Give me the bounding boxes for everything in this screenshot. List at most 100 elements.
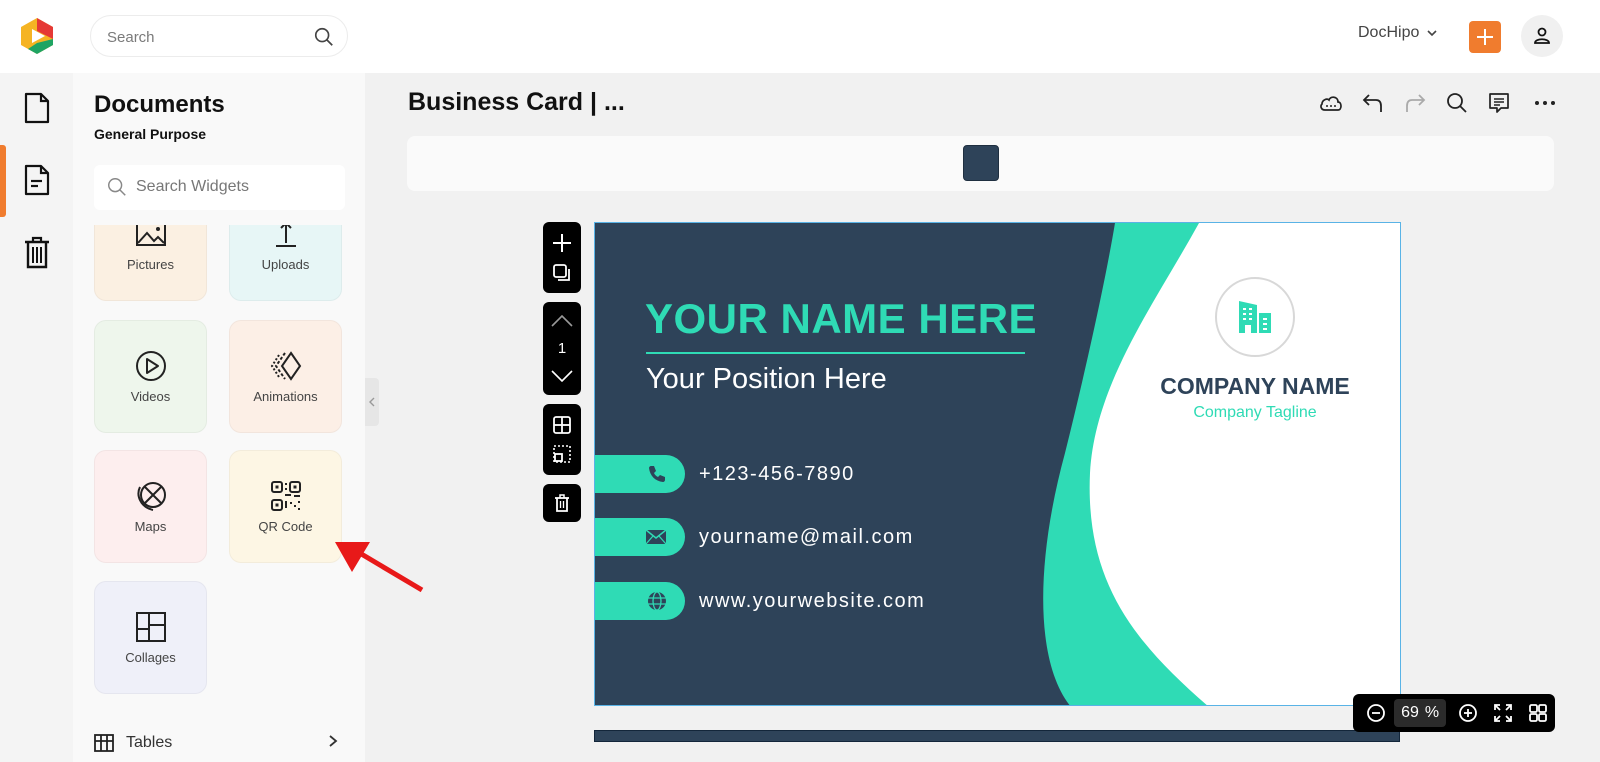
rail-item-widgets[interactable] xyxy=(0,145,73,217)
widget-tile-maps[interactable]: Maps xyxy=(94,450,207,563)
upload-icon xyxy=(275,225,296,247)
video-play-icon xyxy=(135,351,166,381)
account-switcher[interactable]: DocHipo xyxy=(1358,24,1437,42)
collapse-panel-button[interactable] xyxy=(365,378,379,426)
zoom-controls: 69 % xyxy=(1353,694,1555,732)
widget-label: Videos xyxy=(130,389,171,404)
zoom-out-icon xyxy=(1367,704,1386,722)
redo-icon xyxy=(1406,94,1426,112)
zoom-out-button[interactable] xyxy=(1359,694,1394,732)
widgets-panel: Documents General Purpose Pictures Uploa… xyxy=(73,73,365,762)
page-down-icon[interactable] xyxy=(551,370,573,382)
widget-label: Animations xyxy=(253,389,318,404)
user-avatar-button[interactable] xyxy=(1521,15,1563,57)
panel-title: Documents xyxy=(94,91,225,118)
widget-tile-pictures[interactable]: Pictures xyxy=(94,225,207,301)
rail-item-documents[interactable] xyxy=(0,73,73,143)
website-pill xyxy=(595,582,685,620)
trash-icon xyxy=(24,236,49,269)
widget-label: Uploads xyxy=(261,257,310,272)
chevron-right-icon xyxy=(329,735,338,747)
account-label: DocHipo xyxy=(1358,24,1420,41)
card-position[interactable]: Your Position Here xyxy=(646,363,887,396)
comments-button[interactable] xyxy=(1478,88,1520,118)
qr-code-icon xyxy=(270,481,301,511)
widget-search-input[interactable] xyxy=(136,176,331,198)
page-navigation: 1 xyxy=(543,302,581,395)
widget-tile-animations[interactable]: Animations xyxy=(229,320,342,433)
fullscreen-button[interactable] xyxy=(1485,694,1520,732)
widget-label: Pictures xyxy=(127,257,174,272)
widget-tile-videos[interactable]: Videos xyxy=(94,320,207,433)
card-phone-row[interactable]: +123-456-7890 xyxy=(595,455,855,493)
global-search xyxy=(90,15,348,57)
editor-toolbar xyxy=(1310,88,1566,118)
page-up-icon[interactable] xyxy=(551,315,573,327)
top-bar: DocHipo xyxy=(0,0,1600,73)
undo-button[interactable] xyxy=(1352,88,1394,118)
widget-label: QR Code xyxy=(258,519,313,534)
resize-page-icon[interactable] xyxy=(553,445,571,464)
next-page-canvas[interactable] xyxy=(594,730,1400,742)
tables-label: Tables xyxy=(126,734,173,751)
create-new-button[interactable] xyxy=(1469,21,1501,53)
pictures-icon xyxy=(135,225,166,246)
add-page-icon[interactable] xyxy=(552,233,572,253)
chevron-down-icon xyxy=(1427,30,1437,37)
grid-layout-icon[interactable] xyxy=(553,415,571,434)
fullscreen-icon xyxy=(1493,704,1512,722)
chevron-left-icon xyxy=(369,397,375,407)
trash-icon xyxy=(555,494,569,512)
left-rail xyxy=(0,73,73,762)
document-title[interactable]: Business Card | ... xyxy=(408,88,625,117)
card-name[interactable]: YOUR NAME HERE xyxy=(645,295,1037,343)
widget-search xyxy=(94,165,345,210)
panel-subtitle: General Purpose xyxy=(94,126,207,142)
rail-item-trash[interactable] xyxy=(0,217,73,287)
card-company-tagline[interactable]: Company Tagline xyxy=(1135,404,1375,422)
user-icon xyxy=(1534,27,1550,44)
background-color-swatch[interactable] xyxy=(963,145,999,181)
search-icon[interactable] xyxy=(313,26,335,48)
more-options-button[interactable] xyxy=(1524,88,1566,118)
widget-tile-uploads[interactable]: Uploads xyxy=(229,225,342,301)
zoom-value: 69 xyxy=(1401,704,1419,721)
widget-label: Collages xyxy=(125,650,176,665)
app-logo[interactable] xyxy=(18,17,56,55)
card-email-row[interactable]: yourname@mail.com xyxy=(595,518,914,556)
phone-icon xyxy=(649,466,665,482)
widget-label: Maps xyxy=(134,519,167,534)
widget-tile-qr-code[interactable]: QR Code xyxy=(229,450,342,563)
page-number: 1 xyxy=(557,340,567,357)
tables-section-toggle[interactable]: Tables xyxy=(94,728,344,758)
search-icon xyxy=(108,178,126,196)
comment-icon xyxy=(1489,93,1509,113)
card-phone: +123-456-7890 xyxy=(699,462,855,485)
card-website: www.yourwebsite.com xyxy=(699,589,926,612)
delete-page-button[interactable] xyxy=(543,484,581,522)
context-toolbar xyxy=(407,136,1554,191)
zoom-level[interactable]: 69 % xyxy=(1393,699,1447,727)
find-button[interactable] xyxy=(1436,88,1478,118)
dochipo-logo-icon xyxy=(21,18,53,54)
phone-pill xyxy=(595,455,685,493)
grid-view-icon xyxy=(1528,704,1547,722)
widget-tile-collages[interactable]: Collages xyxy=(94,581,207,694)
globe-icon xyxy=(648,591,666,611)
email-icon xyxy=(645,529,667,545)
collage-icon xyxy=(135,612,166,642)
page-grid-view-button[interactable] xyxy=(1520,694,1555,732)
table-icon xyxy=(94,734,114,752)
company-logo[interactable] xyxy=(1215,277,1295,357)
redo-button[interactable] xyxy=(1394,88,1436,118)
card-company-name[interactable]: COMPANY NAME xyxy=(1135,373,1375,400)
duplicate-page-icon[interactable] xyxy=(553,264,571,282)
document-icon xyxy=(24,92,49,124)
card-website-row[interactable]: www.yourwebsite.com xyxy=(595,582,925,620)
cloud-save-button[interactable] xyxy=(1310,88,1352,118)
zoom-in-icon xyxy=(1458,704,1477,722)
business-card-canvas[interactable]: YOUR NAME HERE Your Position Here +123-4… xyxy=(594,222,1401,706)
global-search-input[interactable] xyxy=(107,26,307,48)
page-layout-controls xyxy=(543,404,581,475)
zoom-in-button[interactable] xyxy=(1450,694,1485,732)
